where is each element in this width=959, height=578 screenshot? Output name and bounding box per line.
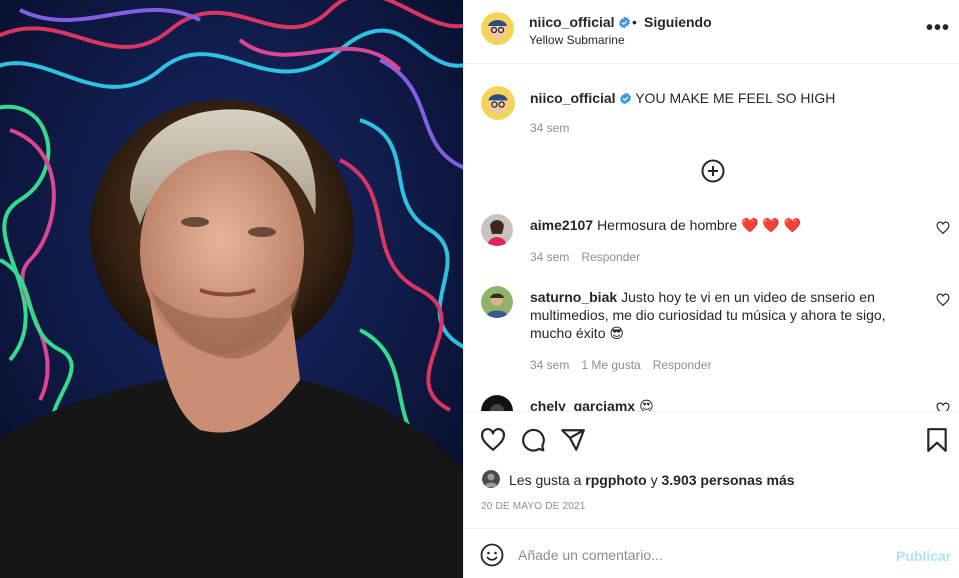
comment-username[interactable]: saturno_biak: [530, 289, 617, 305]
commenter-avatar[interactable]: [481, 395, 513, 411]
author-avatar[interactable]: [481, 12, 514, 45]
liker-username[interactable]: rpgphoto: [585, 472, 646, 488]
comment-item: aime2107 Hermosura de hombre ❤️ ❤️ ❤️ 34 …: [464, 214, 959, 274]
reply-button[interactable]: Responder: [653, 358, 712, 372]
comment-username[interactable]: chely_garciamx: [530, 398, 635, 411]
commenter-avatar[interactable]: [481, 286, 513, 318]
header-separator: •: [632, 14, 637, 30]
commenter-avatar[interactable]: [481, 214, 513, 246]
comment-body: aime2107 Hermosura de hombre ❤️ ❤️ ❤️: [530, 216, 910, 234]
comment-body: saturno_biak Justo hoy te vi en un video …: [530, 288, 910, 342]
comment-meta: 34 sem Responder: [530, 250, 652, 264]
verified-badge-icon: [618, 16, 630, 29]
audio-track-link[interactable]: Yellow Submarine: [529, 33, 625, 47]
heart-icon[interactable]: [480, 427, 506, 453]
comment-like-heart-icon[interactable]: [936, 402, 950, 411]
caption-time: 34 sem: [530, 121, 570, 135]
author-username[interactable]: niico_official: [529, 14, 631, 30]
post-photo[interactable]: [0, 0, 463, 578]
more-horizontal-icon[interactable]: •••: [926, 17, 950, 40]
post-actions-section: Les gusta a rpgphoto y 3.903 personas má…: [464, 411, 959, 528]
comment-item: chely_garciamx 😍: [464, 395, 959, 411]
verified-badge-icon: [619, 92, 631, 105]
caption-author-avatar[interactable]: [481, 86, 515, 120]
post-date[interactable]: 20 DE MAYO DE 2021: [481, 501, 586, 512]
send-icon[interactable]: [560, 427, 586, 453]
smiley-icon[interactable]: [480, 543, 504, 567]
caption: niico_official YOU MAKE ME FEEL SO HIGH: [530, 90, 835, 106]
comment-meta: 34 sem 1 Me gusta Responder: [530, 358, 723, 372]
bookmark-icon[interactable]: [924, 427, 950, 453]
comment-input[interactable]: [518, 541, 878, 569]
caption-meta: 34 sem: [530, 121, 581, 135]
comment-item: saturno_biak Justo hoy te vi en un video …: [464, 286, 959, 386]
comments-scroll-area[interactable]: niico_official YOU MAKE ME FEEL SO HIGH …: [464, 65, 959, 411]
comment-text: 😍: [639, 398, 654, 411]
following-button[interactable]: Siguiendo: [644, 14, 712, 30]
comment-icon[interactable]: [520, 427, 546, 453]
plus-circle-icon[interactable]: [701, 159, 725, 183]
likes-text: Les gusta a rpgphoto y 3.903 personas má…: [509, 472, 795, 488]
comment-username[interactable]: aime2107: [530, 217, 593, 233]
comment-composer: Publicar: [464, 528, 959, 578]
likes-count[interactable]: 3.903 personas más: [661, 472, 794, 488]
comment-text: Hermosura de hombre ❤️ ❤️ ❤️: [597, 217, 802, 233]
comment-like-count[interactable]: 1 Me gusta: [581, 358, 640, 372]
comment-like-heart-icon[interactable]: [936, 221, 950, 235]
psychedelic-background: [0, 0, 463, 578]
post-details-panel: niico_official • Siguiendo Yellow Submar…: [463, 0, 959, 578]
liker-avatar[interactable]: [482, 470, 500, 488]
comment-time: 34 sem: [530, 358, 570, 372]
comment-like-heart-icon[interactable]: [936, 293, 950, 307]
caption-text: YOU MAKE ME FEEL SO HIGH: [635, 90, 836, 106]
comment-time: 34 sem: [530, 250, 570, 264]
reply-button[interactable]: Responder: [581, 250, 640, 264]
post-header: niico_official • Siguiendo Yellow Submar…: [464, 0, 959, 64]
caption-username[interactable]: niico_official: [530, 90, 616, 106]
comment-body: chely_garciamx 😍: [530, 397, 910, 411]
publish-button[interactable]: Publicar: [896, 548, 951, 564]
